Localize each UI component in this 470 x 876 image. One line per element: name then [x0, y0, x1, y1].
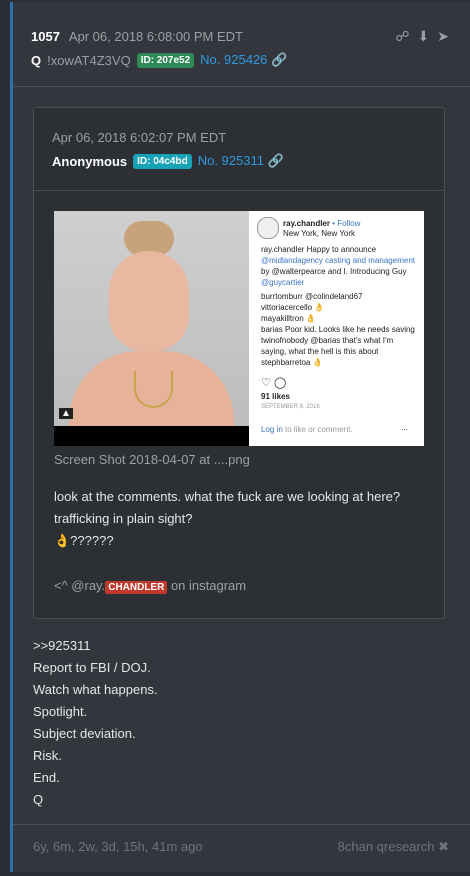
- ig-more-icon[interactable]: ...: [401, 423, 408, 432]
- quoted-meta: Anonymous ID: 04c4bd No. 925311 🔗: [52, 153, 284, 169]
- comment-icon[interactable]: ◯: [274, 377, 286, 389]
- header-divider: [13, 86, 470, 87]
- post-author: Q: [31, 52, 42, 68]
- ig-user-row: ray.chandler • Follow: [283, 219, 360, 228]
- ig-caption2: @midlandagency casting and management: [261, 256, 415, 265]
- ig-comment: vittoriacercello 👌: [261, 303, 325, 312]
- post-body-line: Watch what happens.: [33, 682, 158, 697]
- ig-date: SEPTEMBER 8, 2016: [261, 404, 320, 410]
- quoted-date: Apr 06, 2018 6:02:07 PM EDT: [52, 130, 227, 145]
- forward-icon[interactable]: ➤: [437, 28, 449, 45]
- share-icon[interactable]: ☍: [395, 28, 409, 45]
- ig-username: ray.chandler: [283, 219, 330, 228]
- post-body-line: Spotlight.: [33, 704, 88, 719]
- post-header: 1057 Apr 06, 2018 6:08:00 PM EDT: [31, 29, 243, 44]
- ig-comment: saying, what the hell is this about: [261, 347, 379, 356]
- post-card: 1057 Apr 06, 2018 6:08:00 PM EDT ☍ ⬇ ➤ Q…: [10, 2, 470, 872]
- ig-caption: ray.chandler Happy to announce: [261, 245, 377, 254]
- ig-location: New York, New York: [283, 229, 356, 238]
- ig-comment: stephbarretoa 👌: [261, 358, 323, 367]
- heart-icon[interactable]: ♡: [261, 377, 271, 389]
- post-body: >>925311 Report to FBI / DOJ. Watch what…: [33, 635, 158, 811]
- quoted-message-line: 👌??????: [54, 533, 114, 548]
- post-actions: ☍ ⬇ ➤: [395, 28, 449, 45]
- social-suffix: on instagram: [167, 578, 247, 593]
- post-body-line[interactable]: >>925311: [33, 635, 158, 657]
- quoted-divider: [34, 190, 444, 191]
- post-body-line: Subject deviation.: [33, 726, 136, 741]
- post-body-line: End.: [33, 770, 60, 785]
- source-label: 8chan qresearch: [337, 839, 435, 854]
- social-note: <^ @ray. CHANDLER on instagram: [54, 578, 247, 594]
- quoted-id-badge: ID: 04c4bd: [133, 153, 192, 169]
- footer-divider: [13, 824, 470, 825]
- post-date: Apr 06, 2018 6:08:00 PM EDT: [68, 29, 243, 44]
- quoted-post: Apr 06, 2018 6:02:07 PM EDT Anonymous ID…: [33, 107, 445, 619]
- avatar: [257, 217, 279, 239]
- post-age: 6y, 6m, 2w, 3d, 15h, 41m ago: [33, 839, 203, 854]
- instagram-panel: ray.chandler • Follow New York, New York…: [249, 211, 424, 446]
- quoted-message-line: trafficking in plain sight?: [54, 511, 193, 526]
- post-meta: Q !xowAT4Z3VQ ID: 207e52 No. 925426 🔗: [31, 52, 287, 68]
- post-link[interactable]: No. 925426 🔗: [200, 52, 287, 68]
- photo-face: [109, 251, 189, 351]
- social-prefix: <^ @ray.: [54, 578, 106, 593]
- post-body-line: Risk.: [33, 748, 62, 763]
- post-number: 1057: [31, 29, 60, 44]
- ig-comment: twinofnobody @barias that's what I'm: [261, 336, 394, 345]
- post-body-line: Q: [33, 792, 44, 807]
- attached-image[interactable]: ▲ ray.chandler • Follow New York, New Yo…: [54, 211, 424, 446]
- ig-caption3: by @walterpearce and I. Introducing Guy: [261, 267, 407, 276]
- ig-comment: barias Poor kid. Looks like he needs sav…: [261, 325, 415, 334]
- post-tripcode: !xowAT4Z3VQ: [47, 52, 131, 68]
- id-badge: ID: 207e52: [136, 52, 195, 68]
- post-source: 8chan qresearch ✖: [338, 839, 449, 855]
- ig-comment: mayakilltron 👌: [261, 314, 316, 323]
- ig-caption4: @guycartier: [261, 278, 305, 287]
- post-body-line: Report to FBI / DOJ.: [33, 660, 151, 675]
- quoted-link[interactable]: No. 925311 🔗: [198, 153, 284, 169]
- ig-actions: ♡ ◯: [261, 376, 286, 389]
- ig-login-row: Log in to like or comment.: [261, 425, 353, 434]
- close-icon[interactable]: ✖: [438, 839, 449, 854]
- link-icon: 🔗: [271, 52, 288, 67]
- social-badge: CHANDLER: [105, 581, 168, 594]
- ig-follow[interactable]: • Follow: [332, 219, 360, 228]
- ig-comment: burrtomburr @colindeland67: [261, 292, 363, 301]
- ig-login[interactable]: Log in: [261, 425, 283, 434]
- quoted-message-line: look at the comments. what the fuck are …: [54, 489, 401, 504]
- ig-login-suffix: to like or comment.: [282, 425, 353, 434]
- photo-panel: ▲: [54, 211, 249, 426]
- download-icon[interactable]: ⬇: [418, 28, 430, 45]
- user-tag-icon: ▲: [59, 408, 73, 419]
- quoted-message: look at the comments. what the fuck are …: [54, 486, 434, 552]
- ig-likes: 91 likes: [261, 392, 290, 401]
- image-filename[interactable]: Screen Shot 2018-04-07 at ....png: [54, 452, 250, 467]
- quoted-author: Anonymous: [52, 153, 128, 169]
- link-icon: 🔗: [267, 153, 284, 168]
